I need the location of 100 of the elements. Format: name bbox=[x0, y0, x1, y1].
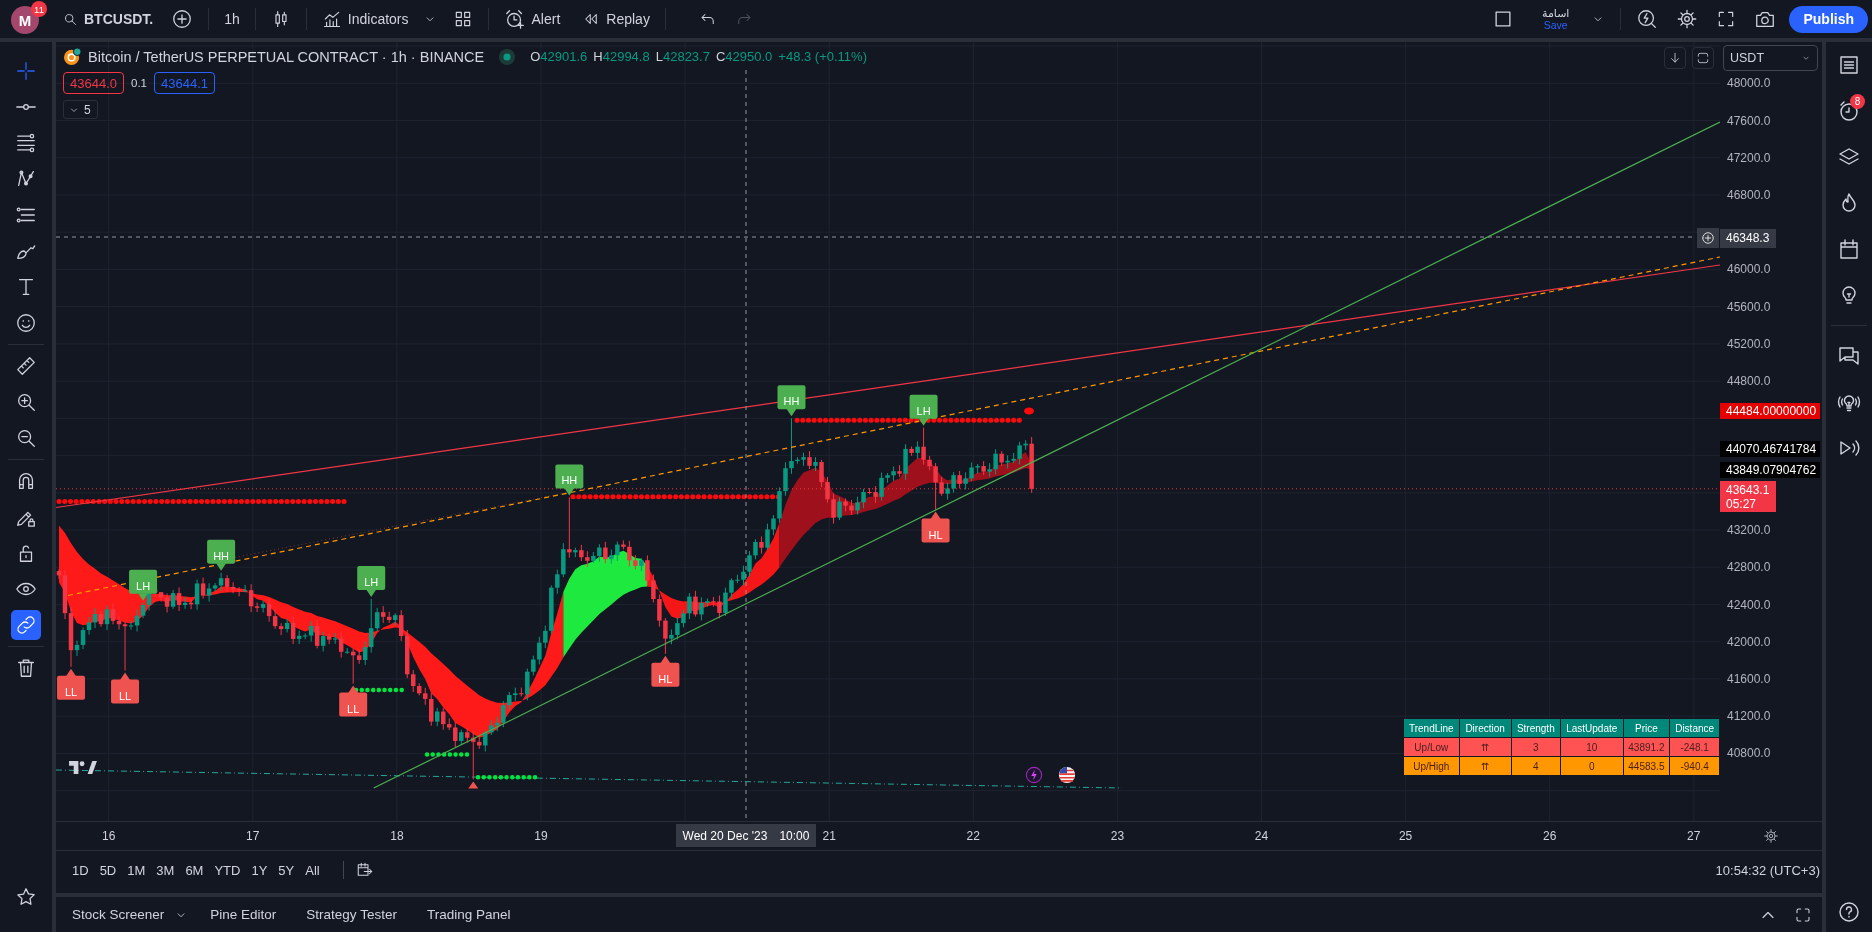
maximize-icon[interactable] bbox=[1794, 905, 1812, 924]
table-cell: Up/Low bbox=[1404, 738, 1459, 756]
replay-button[interactable]: Replay bbox=[582, 10, 650, 28]
settings-icon[interactable] bbox=[1763, 828, 1779, 844]
time-axis-label: 26 bbox=[1543, 829, 1557, 843]
crosshair-time: 10:00 bbox=[779, 828, 810, 843]
table-cell: -940.4 bbox=[1670, 757, 1719, 775]
clock-text: 10:54:32 (UTC+3) bbox=[1715, 862, 1820, 878]
horizontal-lines-icon[interactable] bbox=[15, 132, 37, 154]
price-axis-label: 47600.0 bbox=[1727, 112, 1771, 129]
table-cell: 43891.2 bbox=[1623, 738, 1670, 756]
smiley-icon[interactable] bbox=[15, 312, 37, 334]
link-toggle-button[interactable] bbox=[11, 610, 41, 640]
range-button[interactable]: 1Y bbox=[251, 862, 268, 878]
price-axis-label: 42800.0 bbox=[1727, 559, 1771, 576]
arrow-down-icon bbox=[1668, 51, 1682, 65]
ohlc-value: L42823.7 bbox=[655, 49, 710, 64]
ohlc-value: C42950.0 bbox=[715, 49, 773, 64]
indicators-button[interactable]: Indicators bbox=[321, 9, 409, 29]
ruler-icon[interactable] bbox=[15, 355, 37, 377]
star-icon[interactable] bbox=[15, 886, 37, 908]
price-axis-label: 45200.0 bbox=[1727, 335, 1771, 352]
table-header-cell: TrendLine bbox=[1404, 719, 1459, 737]
range-button[interactable]: YTD bbox=[214, 862, 241, 878]
price-axis-label: 41200.0 bbox=[1727, 708, 1771, 725]
countdown-timer: 05:27 bbox=[1726, 496, 1758, 511]
range-button[interactable]: 1D bbox=[72, 862, 89, 878]
price-axis-label: 45600.0 bbox=[1727, 298, 1771, 315]
table-cell: -248.1 bbox=[1670, 738, 1719, 756]
calendar-arrow-icon[interactable] bbox=[355, 861, 374, 879]
lightning-icon[interactable] bbox=[1025, 766, 1043, 784]
price-axis-label: 41600.0 bbox=[1727, 670, 1771, 687]
chart-title[interactable]: Bitcoin / TetherUS PERPETUAL CONTRACT · 1h · BINANCE bbox=[88, 48, 485, 65]
ohlc-value: O42901.6 bbox=[530, 49, 588, 64]
frame-button[interactable] bbox=[1692, 47, 1714, 69]
table-header-cell: Direction bbox=[1459, 719, 1511, 737]
alarm-clock-icon[interactable] bbox=[1837, 99, 1861, 123]
status-dot-icon bbox=[498, 47, 517, 66]
buy-price-button[interactable]: 43644.1 bbox=[154, 72, 215, 94]
triangle-marker-icon bbox=[468, 781, 479, 789]
range-button[interactable]: 1M bbox=[127, 862, 146, 878]
table-header-cell: Distance bbox=[1670, 719, 1719, 737]
zoom-in-icon[interactable] bbox=[15, 391, 37, 413]
spread-value: 0.1 bbox=[131, 77, 147, 89]
time-axis-label: 17 bbox=[246, 829, 260, 843]
interval-button[interactable]: 1h bbox=[224, 11, 240, 27]
table-cell: ⇈ bbox=[1459, 757, 1511, 775]
time-axis-label: 16 bbox=[102, 829, 116, 843]
price-axis-label: 46800.0 bbox=[1727, 187, 1771, 203]
price-axis-label: 40800.0 bbox=[1727, 745, 1771, 762]
price-axis-label: 42000.0 bbox=[1727, 633, 1771, 650]
settings-icon[interactable] bbox=[1676, 8, 1699, 30]
square-icon[interactable] bbox=[1492, 8, 1514, 30]
price-axis-label: 43200.0 bbox=[1727, 522, 1771, 539]
range-button[interactable]: 3M bbox=[156, 862, 175, 878]
add-price-button[interactable] bbox=[1697, 228, 1719, 248]
price-axis-label: 47200.0 bbox=[1727, 149, 1771, 166]
price-line-tag: 44070.46741784 bbox=[1720, 441, 1820, 458]
table-header-cell: LastUpdate bbox=[1561, 719, 1623, 737]
time-axis-label: 19 bbox=[534, 829, 548, 843]
time-axis-label: 24 bbox=[1254, 829, 1269, 843]
panel-tab[interactable]: Pine Editor bbox=[210, 907, 277, 922]
zoom-out-icon[interactable] bbox=[15, 427, 37, 449]
flag-icon[interactable] bbox=[1058, 766, 1076, 784]
time-axis-label: 25 bbox=[1398, 829, 1413, 843]
help-icon[interactable] bbox=[1837, 900, 1861, 924]
bolt-search-icon[interactable] bbox=[1636, 8, 1659, 30]
support-dotted-line bbox=[475, 775, 540, 780]
panel-tab[interactable]: Strategy Tester bbox=[306, 907, 397, 922]
watchlist-icon[interactable] bbox=[1837, 53, 1861, 77]
price-axis-label: 44800.0 bbox=[1727, 373, 1771, 390]
price-axis-label: 46000.0 bbox=[1727, 261, 1771, 278]
range-button[interactable]: 5D bbox=[99, 862, 117, 878]
add-symbol-icon[interactable] bbox=[171, 8, 194, 30]
table-cell: Up/High bbox=[1404, 757, 1459, 775]
alert-button[interactable]: Alert bbox=[503, 8, 561, 30]
publish-button[interactable]: Publish bbox=[1789, 5, 1868, 33]
table-cell: 3 bbox=[1511, 738, 1560, 756]
indicators-toggle-button[interactable]: 5 bbox=[63, 100, 98, 119]
search-icon bbox=[63, 11, 78, 27]
panel-tab[interactable]: Trading Panel bbox=[426, 907, 511, 922]
symbol-search-button[interactable]: BTCUSDT. bbox=[63, 11, 154, 27]
table-cell: 4 bbox=[1511, 757, 1560, 775]
sell-price-button[interactable]: 43644.0 bbox=[63, 72, 124, 94]
price-line-tag: 44484.00000000 bbox=[1720, 403, 1820, 419]
price-change: +48.3 (+0.11%) bbox=[778, 49, 867, 64]
range-button[interactable]: All bbox=[305, 862, 320, 878]
crosshair-price-tag: 46348.3 bbox=[1720, 229, 1776, 248]
frame-icon bbox=[1696, 51, 1710, 65]
table-header-cell: Strength bbox=[1511, 719, 1560, 737]
crosshair-icon[interactable] bbox=[15, 60, 37, 82]
range-button[interactable]: 6M bbox=[185, 862, 204, 878]
panel-tab[interactable]: Stock Screener bbox=[72, 907, 165, 922]
down-arrow-button[interactable] bbox=[1664, 47, 1686, 69]
range-button[interactable]: 5Y bbox=[278, 862, 295, 878]
trash-icon[interactable] bbox=[15, 657, 37, 679]
currency-select[interactable]: USDT bbox=[1723, 45, 1818, 71]
calendar-icon[interactable] bbox=[1837, 237, 1861, 261]
time-axis-label: 18 bbox=[390, 829, 404, 843]
time-axis-label: 23 bbox=[1110, 829, 1125, 843]
